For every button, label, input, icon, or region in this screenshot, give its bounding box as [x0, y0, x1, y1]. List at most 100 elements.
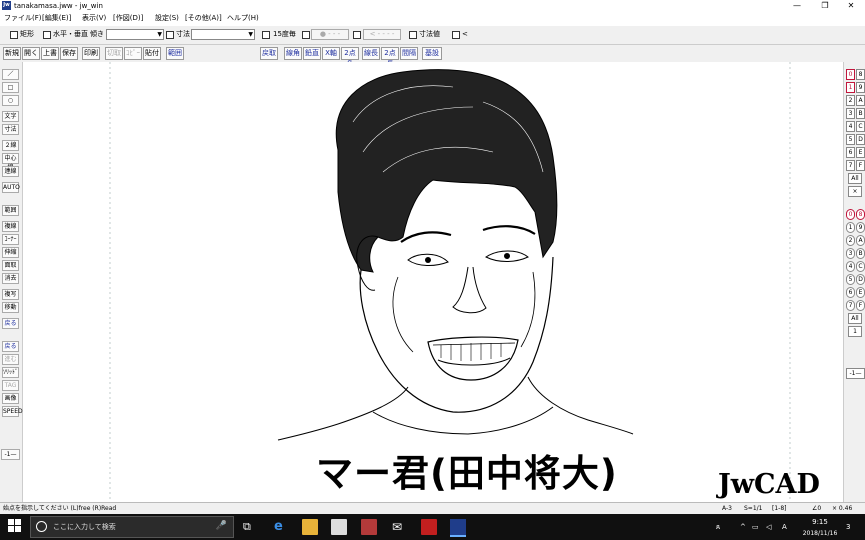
- layer-f[interactable]: F: [856, 160, 865, 171]
- group-9[interactable]: 9: [856, 222, 865, 233]
- microphone-icon[interactable]: 🎤: [216, 521, 227, 531]
- menu-draw[interactable]: [作図(D)]: [113, 13, 143, 23]
- cut-button[interactable]: 切取: [105, 47, 123, 60]
- deg15-checkbox[interactable]: [262, 31, 270, 39]
- range-button[interactable]: 範囲: [166, 47, 184, 60]
- layer-0[interactable]: 0: [846, 69, 855, 80]
- open-button[interactable]: 開く: [22, 47, 40, 60]
- scale-value[interactable]: S=1/1: [744, 504, 763, 514]
- tool-move[interactable]: 移動: [2, 302, 19, 313]
- notification-badge[interactable]: 3: [846, 514, 850, 540]
- group-one[interactable]: 1: [848, 326, 862, 337]
- tool-rect[interactable]: □: [2, 82, 19, 93]
- group-5[interactable]: 5: [846, 274, 855, 285]
- tool-corner[interactable]: ｺｰﾅｰ: [2, 234, 19, 245]
- menu-help[interactable]: ヘルプ(H): [227, 13, 259, 23]
- tool-double-line[interactable]: ２線: [2, 140, 19, 151]
- group-e[interactable]: E: [856, 287, 865, 298]
- vertical-button[interactable]: 鉛直: [303, 47, 321, 60]
- tool-solid[interactable]: ｿﾘｯﾄﾞ: [2, 367, 19, 378]
- menu-view[interactable]: 表示(V): [82, 13, 106, 23]
- layer-7[interactable]: 7: [846, 160, 855, 171]
- layer-e[interactable]: E: [856, 147, 865, 158]
- group-2[interactable]: 2: [846, 235, 855, 246]
- layer-value[interactable]: [1-8]: [772, 504, 786, 514]
- two-point-length-button[interactable]: 2点長: [381, 47, 399, 68]
- minimize-button[interactable]: —: [784, 0, 810, 12]
- tool-back[interactable]: 戻る: [2, 318, 19, 329]
- layer-b[interactable]: B: [856, 108, 865, 119]
- group-4[interactable]: 4: [846, 261, 855, 272]
- taskbar-search[interactable]: ここに入力して検索 🎤: [30, 516, 234, 538]
- group-b[interactable]: B: [856, 248, 865, 259]
- line-length-button[interactable]: 線長: [362, 47, 380, 60]
- paper-size[interactable]: A-3: [722, 504, 732, 514]
- tool-center-line[interactable]: 中心線: [2, 153, 19, 171]
- new-button[interactable]: 新規: [3, 47, 21, 60]
- line-angle-button[interactable]: 線角: [284, 47, 302, 60]
- save-button[interactable]: 保存: [60, 47, 78, 60]
- store-icon[interactable]: [331, 519, 347, 535]
- group-6[interactable]: 6: [846, 287, 855, 298]
- people-icon[interactable]: ጸ: [716, 514, 720, 540]
- group-3[interactable]: 3: [846, 248, 855, 259]
- windows-start-icon[interactable]: [8, 519, 24, 535]
- group-d[interactable]: D: [856, 274, 865, 285]
- dim-combo[interactable]: ▼: [191, 29, 255, 40]
- ime-indicator[interactable]: A: [782, 514, 787, 540]
- scale-button[interactable]: -1—: [846, 368, 865, 379]
- copy-button[interactable]: ｺﾋﾟｰ: [124, 47, 142, 60]
- task-view-icon[interactable]: ⧉: [243, 519, 259, 535]
- layer-4[interactable]: 4: [846, 121, 855, 132]
- layer-6[interactable]: 6: [846, 147, 855, 158]
- edge-icon[interactable]: e: [274, 519, 290, 535]
- menu-other[interactable]: [その他(A)]: [185, 13, 222, 23]
- jww-taskbar-icon[interactable]: [450, 519, 466, 537]
- layer-9[interactable]: 9: [856, 82, 865, 93]
- angle-value[interactable]: ∠0: [812, 504, 821, 514]
- group-0[interactable]: 0: [846, 209, 855, 220]
- zoom-value[interactable]: × 0.46: [832, 504, 852, 514]
- layer-1[interactable]: 1: [846, 82, 855, 93]
- group-a[interactable]: A: [856, 235, 865, 246]
- layer-3[interactable]: 3: [846, 108, 855, 119]
- layer-8[interactable]: 8: [856, 69, 865, 80]
- app-red-icon[interactable]: [421, 519, 437, 535]
- layer-a[interactable]: A: [856, 95, 865, 106]
- lt-checkbox[interactable]: [452, 31, 460, 39]
- network-icon[interactable]: ▭: [752, 514, 759, 540]
- layer-all[interactable]: All: [848, 173, 862, 184]
- undo-cancel-button[interactable]: 戻取: [260, 47, 278, 60]
- tool-image[interactable]: 画像: [2, 393, 19, 404]
- mail-icon[interactable]: ✉: [392, 519, 408, 535]
- base-set-button[interactable]: 基設: [422, 47, 442, 60]
- maximize-button[interactable]: ❐: [812, 0, 838, 12]
- paste-button[interactable]: 貼付: [143, 47, 161, 60]
- tool-dimension[interactable]: 寸法: [2, 124, 19, 135]
- x-axis-button[interactable]: X軸: [322, 47, 340, 60]
- tool-undo[interactable]: 戻る: [2, 341, 19, 352]
- slope-combo[interactable]: ▼: [106, 29, 164, 40]
- tool-erase[interactable]: 消去: [2, 273, 19, 284]
- volume-icon[interactable]: ◁: [766, 514, 771, 540]
- tool-range[interactable]: 範囲: [2, 205, 19, 216]
- menu-settings[interactable]: 設定(S): [155, 13, 179, 23]
- tool-tag[interactable]: TAG: [2, 380, 19, 391]
- menu-edit[interactable]: [編集(E)]: [42, 13, 71, 23]
- tool-circle[interactable]: ○: [2, 95, 19, 106]
- hv-checkbox[interactable]: [43, 31, 51, 39]
- tool-redo[interactable]: 進む: [2, 354, 19, 365]
- layer-close[interactable]: ×: [848, 186, 862, 197]
- rect-checkbox[interactable]: [10, 31, 18, 39]
- overwrite-button[interactable]: 上書: [41, 47, 59, 60]
- clock[interactable]: 9:15 2018/11/16: [800, 516, 840, 540]
- group-all[interactable]: All: [848, 313, 862, 324]
- explorer-icon[interactable]: [302, 519, 318, 535]
- spacing-button[interactable]: 間隔: [400, 47, 418, 60]
- tool-scale[interactable]: -1—: [1, 449, 20, 460]
- tool-continuous-line[interactable]: 連線: [2, 166, 19, 177]
- layer-2[interactable]: 2: [846, 95, 855, 106]
- tool-stretch[interactable]: 伸縮: [2, 247, 19, 258]
- media-icon[interactable]: [361, 519, 377, 535]
- group-7[interactable]: 7: [846, 300, 855, 311]
